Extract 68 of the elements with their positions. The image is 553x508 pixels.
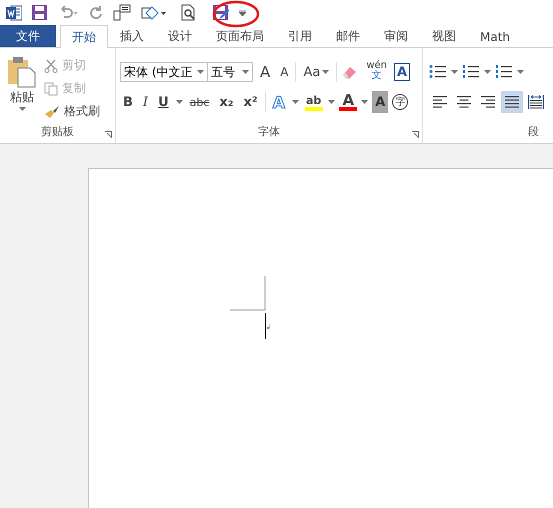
- scissors-icon: [44, 58, 58, 72]
- bullets-icon[interactable]: [429, 64, 447, 80]
- clipboard-icon: [8, 56, 36, 88]
- caret-icon: [292, 100, 299, 104]
- italic-button[interactable]: I: [140, 91, 152, 113]
- word-logo-icon[interactable]: [6, 4, 22, 20]
- dropdown-caret-icon: [242, 70, 249, 74]
- shrink-font-button[interactable]: A: [277, 61, 292, 83]
- group-label: 字体: [257, 124, 281, 140]
- align-center-icon: [457, 95, 471, 109]
- ribbon-tab[interactable]: 邮件: [324, 25, 372, 47]
- caret-icon: [176, 100, 183, 104]
- align-right-icon: [481, 95, 495, 109]
- format-painter-button[interactable]: 格式刷: [40, 102, 104, 121]
- alignment-button[interactable]: [501, 91, 523, 113]
- customize-icon[interactable]: [239, 10, 246, 16]
- dropdown-caret-icon: [196, 70, 204, 74]
- distribute-icon: [528, 95, 544, 109]
- dialog-launcher-icon[interactable]: [105, 131, 112, 138]
- align-left-icon: [433, 95, 447, 109]
- justify-icon: [505, 95, 519, 109]
- character-border-button[interactable]: A: [394, 63, 410, 81]
- group-label: 段: [527, 124, 540, 140]
- caret-icon: [322, 70, 330, 74]
- underline-button[interactable]: U: [155, 91, 172, 113]
- numbering-icon[interactable]: [462, 64, 480, 80]
- margin-marks-drawing: [230, 276, 270, 340]
- ribbon-tab[interactable]: 引用: [276, 25, 324, 47]
- phonetic-guide-button[interactable]: wén 文: [363, 61, 390, 83]
- ribbon-tab[interactable]: 审阅: [372, 25, 420, 47]
- text-effects-button[interactable]: A: [270, 91, 288, 113]
- copy-icon: [44, 82, 58, 96]
- print-preview-icon[interactable]: [181, 4, 197, 21]
- redo-icon[interactable]: [89, 6, 103, 20]
- file-tab[interactable]: 文件: [0, 25, 56, 47]
- caret-icon: [517, 70, 524, 74]
- document-icon[interactable]: [113, 4, 131, 21]
- enclose-characters-button[interactable]: 字: [392, 94, 408, 110]
- font-size-field[interactable]: 五号: [207, 62, 253, 82]
- brush-icon: [44, 104, 60, 118]
- superscript-button[interactable]: x²: [240, 91, 261, 113]
- ribbon-tab[interactable]: 开始: [60, 25, 108, 48]
- dialog-launcher-icon[interactable]: [412, 131, 419, 138]
- font-name-field[interactable]: 宋体 (中文正: [120, 62, 208, 82]
- caret-icon: [328, 100, 336, 104]
- character-shading-button[interactable]: A: [372, 91, 388, 113]
- highlight-button[interactable]: ab: [302, 93, 324, 107]
- ribbon-tab[interactable]: 页面布局: [204, 25, 276, 47]
- grow-font-button[interactable]: A: [257, 61, 274, 83]
- font-color-button[interactable]: A: [339, 93, 358, 107]
- ribbon-tab[interactable]: 设计: [156, 25, 204, 47]
- ribbon-tab[interactable]: 视图: [420, 25, 468, 47]
- caret-icon: [484, 70, 491, 74]
- group-label: 剪贴板: [40, 124, 75, 140]
- strikethrough-button[interactable]: abc: [186, 91, 212, 113]
- paste-caret-icon: [18, 107, 26, 111]
- bold-button[interactable]: B: [120, 91, 136, 113]
- change-case-button[interactable]: Aa: [300, 61, 332, 83]
- paste-button[interactable]: 粘贴: [0, 48, 40, 123]
- caret-icon: [361, 100, 368, 104]
- subscript-button[interactable]: x₂: [216, 91, 236, 113]
- save-icon[interactable]: [32, 5, 47, 20]
- multilevel-list-icon[interactable]: [495, 64, 513, 80]
- caret-icon: [451, 70, 458, 74]
- ribbon-tab[interactable]: 插入: [108, 25, 156, 47]
- ribbon-tab[interactable]: Math: [468, 25, 522, 47]
- highlight-circle: [212, 0, 260, 28]
- shape-icon[interactable]: [141, 4, 167, 20]
